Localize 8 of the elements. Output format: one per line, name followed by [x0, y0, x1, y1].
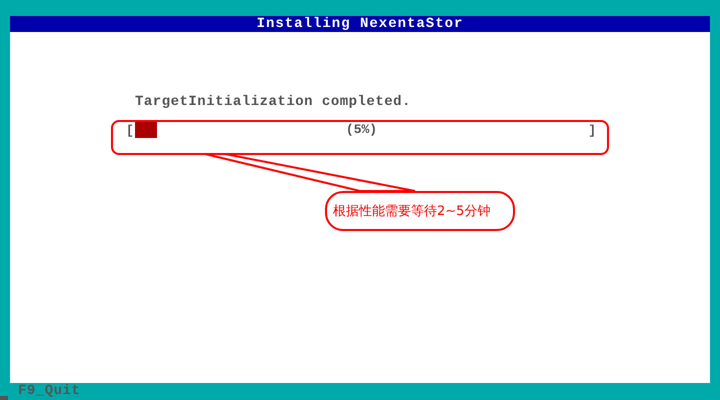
- progress-bracket: ]: [588, 122, 596, 138]
- progress-reading: (5%): [346, 122, 378, 138]
- window-title: Installing NexentaStor: [10, 16, 710, 32]
- progress-bracket: [: [126, 122, 134, 138]
- status-message: TargetInitialization completed.: [135, 94, 411, 110]
- annotation-callout: 根据性能需要等待2~5分钟: [325, 191, 515, 231]
- key-hint: F9_Quit: [18, 383, 80, 400]
- cursor-mark: [0, 396, 8, 400]
